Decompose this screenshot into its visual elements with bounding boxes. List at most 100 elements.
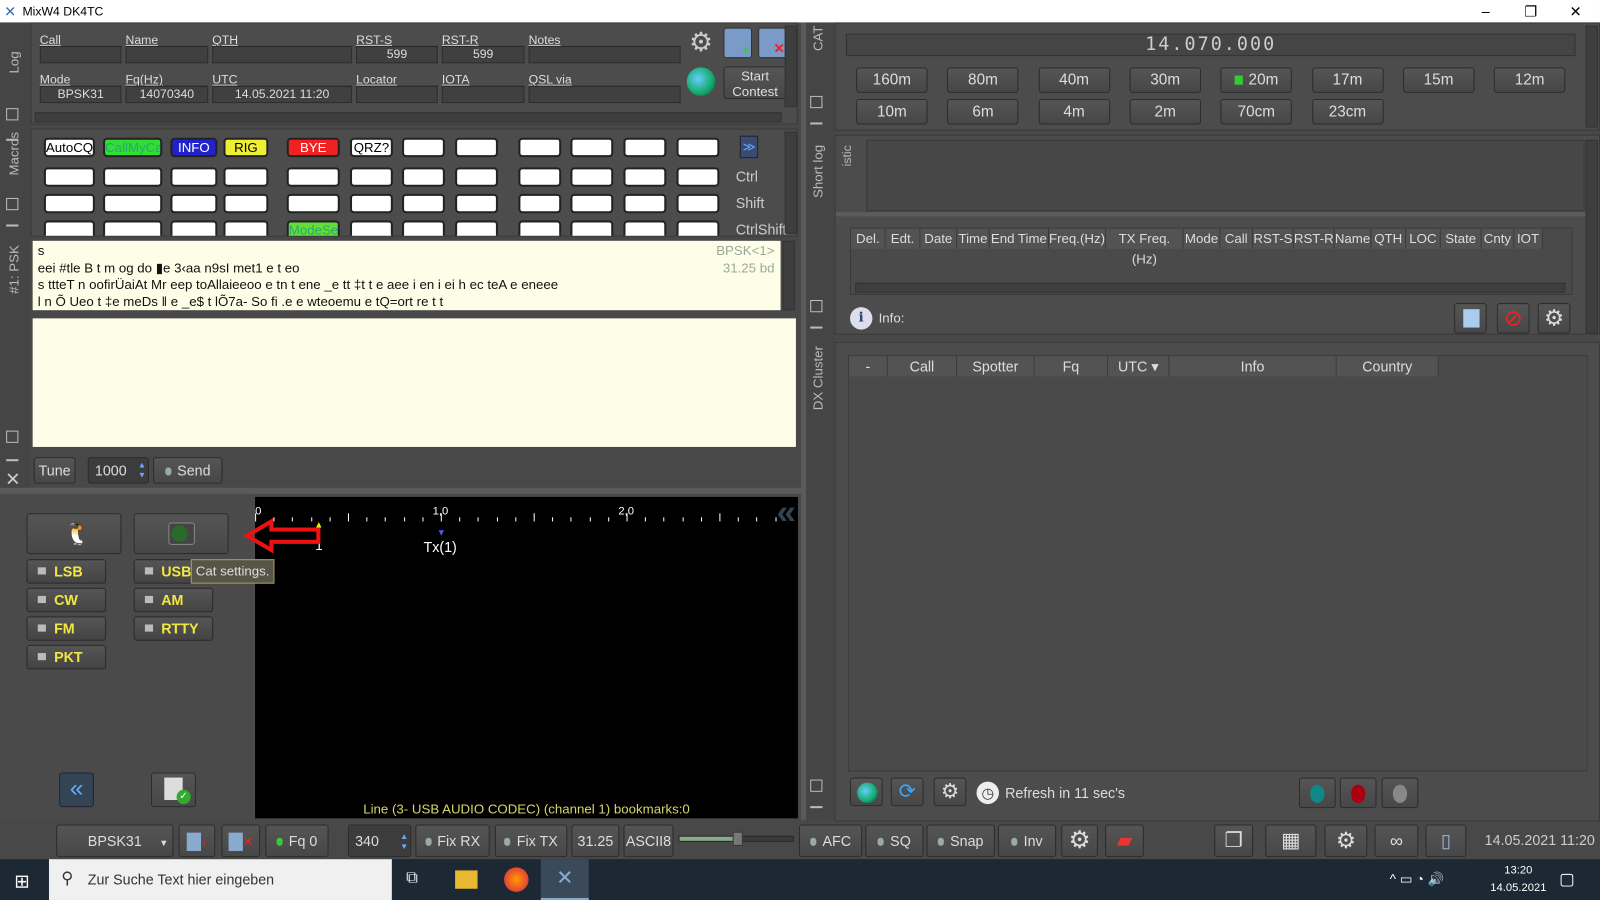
refresh-icon[interactable]: ⟳ [890,777,924,807]
band-button-12m[interactable]: 12m [1493,67,1566,93]
sq-button[interactable]: SQ [865,824,924,858]
macro-button[interactable] [43,193,95,214]
dock-label-dx-cluster[interactable]: DX Cluster [810,346,825,410]
macro-button[interactable] [455,193,498,214]
macro-button[interactable] [170,193,218,214]
field-input-qsl-via[interactable] [528,85,681,104]
band-button-10m[interactable]: 10m [856,98,928,125]
column-header[interactable]: QTH [1371,228,1407,249]
field-input-fq-hz[interactable]: 14070340 [125,85,209,104]
macro-button[interactable] [223,167,269,187]
splitter[interactable] [835,212,1586,217]
macro-button[interactable] [623,137,667,158]
macro-button[interactable]: ModeSet [286,220,340,236]
dock-label-macros[interactable]: Macros [6,132,21,175]
macro-button[interactable] [455,137,498,158]
macro-button[interactable]: CallMyCal [103,137,163,158]
column-header[interactable]: Call [1220,228,1254,249]
field-input-locator[interactable] [356,85,438,104]
dock-label-cat[interactable]: CAT [810,25,825,51]
confirm-document-icon[interactable]: ✓ [151,772,196,808]
mode-button-rtty[interactable]: RTTY [133,616,214,641]
mode-button-am[interactable]: AM [133,587,214,613]
macro-button[interactable] [623,193,667,214]
macro-button[interactable]: QRZ? [349,137,393,158]
gear-icon[interactable]: ⚙ [1061,824,1098,858]
band-button-6m[interactable]: 6m [947,98,1019,125]
clock-time[interactable]: 13:20 [1490,864,1547,876]
fix-rx-button[interactable]: Fix RX [415,824,490,858]
band-button-70cm[interactable]: 70cm [1220,98,1293,125]
band-button-2m[interactable]: 2m [1129,98,1201,125]
macro-button[interactable] [103,220,163,236]
slider-handle[interactable] [732,831,743,846]
binoculars-icon[interactable]: ∞ [1374,824,1419,858]
field-input-rst-s[interactable]: 599 [356,45,438,64]
record-status-button[interactable] [1339,777,1377,809]
notification-icon[interactable]: ▢ [1559,869,1574,889]
mode-button-cw[interactable]: CW [26,587,107,613]
column-header[interactable]: UTC ▾ [1108,356,1170,377]
float-icon[interactable] [6,430,19,443]
mode-button-lsb[interactable]: LSB [26,559,107,584]
gear-icon[interactable]: ⚙ [933,777,967,807]
minimize-dock-icon[interactable] [810,122,823,125]
column-header[interactable]: IOT [1514,228,1543,249]
firefox-icon[interactable] [504,867,529,892]
macro-button[interactable]: INFO [170,137,218,158]
column-header[interactable]: Call [887,356,958,377]
column-header[interactable]: Freq.(Hz) [1048,228,1107,249]
column-header[interactable]: Del. [851,228,886,249]
macro-button[interactable] [570,167,614,187]
macro-button[interactable] [518,137,562,158]
minimize-dock-icon[interactable] [6,459,19,462]
macro-button[interactable] [518,167,562,187]
taskbar-search-input[interactable]: ⚲ Zur Suche Text hier eingeben [48,859,392,900]
macro-button[interactable] [103,193,163,214]
band-button-23cm[interactable]: 23cm [1311,98,1384,125]
macro-button[interactable] [455,167,498,187]
band-button-17m[interactable]: 17m [1311,67,1384,93]
column-header[interactable]: Cnty [1481,228,1515,249]
rx-scrollbar[interactable] [782,240,795,311]
tray-icons[interactable]: ^ ▭ ◔ 🔊 [1390,871,1444,887]
exit-door-icon[interactable]: ▯ [1425,824,1467,858]
mode-button-fm[interactable]: FM [26,616,107,641]
gear-icon[interactable]: ⚙ [1537,303,1571,334]
prohibit-icon[interactable]: ⊘ [1496,303,1530,334]
column-header[interactable]: RST-R [1293,228,1335,249]
book-icon[interactable]: ▰ [1105,824,1144,858]
macro-button[interactable] [570,193,614,214]
column-header[interactable]: LOC [1406,228,1441,249]
macro-button[interactable] [570,137,614,158]
idle-status-button[interactable] [1381,777,1419,809]
column-header[interactable]: Name [1334,228,1372,249]
macro-button[interactable] [518,193,562,214]
dock-label-statistic[interactable]: istic [840,145,854,166]
column-header[interactable]: State [1440,228,1482,249]
short-log-horizontal-scrollbar[interactable] [855,282,1566,293]
field-input-utc[interactable]: 14.05.2021 11:20 [212,85,353,104]
float-icon[interactable] [810,299,823,313]
macro-button[interactable] [223,193,269,214]
macro-button[interactable] [623,220,667,236]
macro-button[interactable] [676,220,720,236]
macro-button[interactable] [170,220,218,236]
waterfall[interactable]: 0 1,0 2,0 ▲ 1 ▼ Tx(1) « Line (3- USB AUD… [255,495,798,819]
settings-gears-icon[interactable]: ⚙ [1324,824,1368,858]
macro-button[interactable] [402,193,445,214]
baud-dropdown[interactable]: 31.25 [571,824,620,858]
fq-button[interactable]: Fq 0 [265,824,329,858]
macro-button[interactable] [43,220,95,236]
globe-icon[interactable] [686,67,716,96]
macros-scrollbar[interactable] [784,131,797,234]
float-icon[interactable] [810,779,823,792]
rig-settings-button[interactable]: 🐧 [26,513,122,555]
inv-button[interactable]: Inv [997,824,1057,858]
macro-button[interactable]: AutoCQ [43,137,95,158]
column-header[interactable]: RST-S [1253,228,1294,249]
macro-button[interactable] [518,220,562,236]
restore-button[interactable]: ❐ [1508,0,1553,22]
macro-button[interactable] [103,167,163,187]
dock-label-short-log[interactable]: Short log [810,145,825,198]
